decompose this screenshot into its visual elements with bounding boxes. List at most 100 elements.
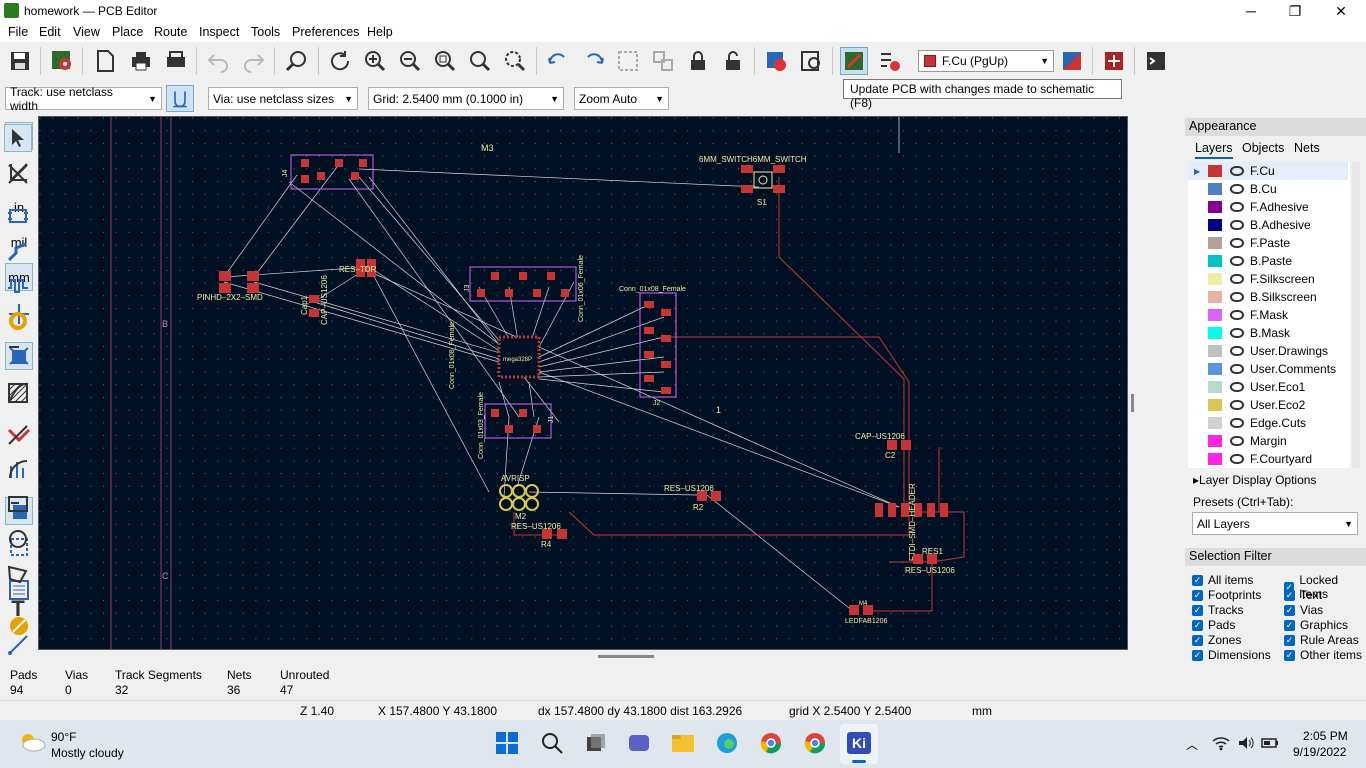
eye-icon[interactable] — [1230, 346, 1244, 356]
draw-line-icon[interactable] — [4, 421, 32, 449]
layer-row[interactable]: B.Silkscreen — [1188, 288, 1348, 306]
dimension-icon[interactable] — [4, 631, 32, 659]
eye-icon[interactable] — [1230, 454, 1244, 464]
track-width-select[interactable]: Track: use netclass width ▼ — [5, 85, 162, 113]
eye-icon[interactable] — [1230, 310, 1244, 320]
presets-select[interactable]: All Layers ▼ — [1192, 512, 1358, 535]
schematic-icon[interactable] — [1100, 47, 1128, 75]
start-icon[interactable] — [496, 732, 518, 754]
layer-row[interactable]: Margin — [1188, 432, 1348, 450]
clock-date[interactable]: 9/19/2022 — [1293, 745, 1346, 759]
filter-checkbox[interactable]: ✓ Pads — [1192, 618, 1235, 632]
menu-inspect[interactable]: Inspect — [199, 25, 239, 39]
board-setup-icon[interactable] — [48, 47, 76, 75]
draw-circle-icon[interactable] — [4, 525, 32, 553]
filter-checkbox[interactable]: ✓ Footprints — [1192, 588, 1261, 602]
speaker-icon[interactable] — [1237, 735, 1255, 751]
teams-chat-icon[interactable] — [628, 732, 650, 754]
add-zone-icon[interactable] — [4, 342, 32, 370]
layer-row[interactable]: B.Cu — [1188, 180, 1348, 198]
minimize-button[interactable]: ─ — [1228, 0, 1274, 22]
layer-pair-icon[interactable] — [1058, 47, 1086, 75]
layer-color-swatch[interactable] — [1208, 237, 1222, 249]
tab-layers[interactable]: Layers — [1195, 141, 1233, 159]
chrome-profile-icon[interactable] — [804, 732, 826, 754]
eye-icon[interactable] — [1230, 328, 1244, 338]
zoom-fit-icon[interactable] — [431, 47, 459, 75]
route-track-icon[interactable] — [4, 238, 32, 266]
battery-icon[interactable] — [1261, 736, 1279, 750]
kicad-taskbar-button[interactable]: Ki — [840, 724, 878, 764]
draw-rectangle-icon[interactable] — [4, 490, 32, 518]
refresh-icon[interactable] — [326, 47, 354, 75]
menu-route[interactable]: Route — [154, 25, 187, 39]
layer-color-swatch[interactable] — [1208, 453, 1222, 465]
eye-icon[interactable] — [1230, 184, 1244, 194]
zoom-selection-icon[interactable] — [501, 47, 529, 75]
eye-icon[interactable] — [1230, 274, 1244, 284]
layer-color-swatch[interactable] — [1208, 291, 1222, 303]
eye-icon[interactable] — [1230, 400, 1244, 410]
edge-icon[interactable] — [716, 732, 738, 754]
find-icon[interactable] — [283, 47, 311, 75]
chevron-up-icon[interactable]: ︿ — [1186, 736, 1198, 753]
layer-row[interactable]: User.Comments — [1188, 360, 1348, 378]
menu-file[interactable]: File — [8, 25, 28, 39]
select-tool-icon[interactable] — [4, 124, 32, 152]
layer-list-scrollbar[interactable] — [1352, 162, 1360, 468]
drc-icon[interactable] — [762, 47, 790, 75]
rotate-cw-icon[interactable] — [580, 47, 608, 75]
layer-row[interactable]: ▶ F.Cu — [1188, 162, 1348, 180]
canvas-vscroll-handle[interactable] — [1131, 394, 1134, 412]
layer-row[interactable]: B.Mask — [1188, 324, 1348, 342]
layer-color-swatch[interactable] — [1208, 201, 1222, 213]
layer-color-swatch[interactable] — [1208, 273, 1222, 285]
layer-row[interactable]: B.Paste — [1188, 252, 1348, 270]
filter-checkbox[interactable]: ✓ Dimensions — [1192, 648, 1271, 662]
layer-color-swatch[interactable] — [1208, 309, 1222, 321]
zoom-objects-icon[interactable] — [466, 47, 494, 75]
menu-view[interactable]: View — [73, 25, 100, 39]
weather-desc[interactable]: Mostly cloudy — [51, 746, 124, 760]
task-view-icon[interactable] — [585, 732, 607, 754]
add-text-icon[interactable]: T — [4, 595, 32, 623]
rule-area-icon[interactable] — [4, 379, 32, 407]
layer-color-swatch[interactable] — [1208, 183, 1222, 195]
filter-checkbox[interactable]: ✓ Tracks — [1192, 603, 1244, 617]
eye-icon[interactable] — [1230, 166, 1244, 176]
menu-preferences[interactable]: Preferences — [292, 25, 359, 39]
clock-time[interactable]: 2:05 PM — [1303, 729, 1348, 743]
filter-checkbox[interactable]: ✓ Zones — [1192, 633, 1241, 647]
layer-row[interactable]: F.Paste — [1188, 234, 1348, 252]
layer-color-swatch[interactable] — [1208, 165, 1222, 177]
draw-polygon-icon[interactable] — [4, 560, 32, 588]
canvas-hscroll-handle[interactable] — [598, 655, 654, 658]
search-icon[interactable] — [541, 732, 563, 754]
wifi-icon[interactable] — [1212, 735, 1230, 751]
menu-help[interactable]: Help — [367, 25, 393, 39]
eye-icon[interactable] — [1230, 364, 1244, 374]
eye-icon[interactable] — [1230, 382, 1244, 392]
layer-color-swatch[interactable] — [1208, 255, 1222, 267]
local-ratsnest-icon[interactable] — [4, 160, 32, 188]
layer-row[interactable]: F.Mask — [1188, 306, 1348, 324]
layer-row[interactable]: B.Adhesive — [1188, 216, 1348, 234]
layer-color-swatch[interactable] — [1208, 381, 1222, 393]
footprint-u1-chip[interactable]: mega328P — [497, 335, 541, 379]
eye-icon[interactable] — [1230, 202, 1244, 212]
pcb-canvas[interactable]: B C J4 M3 6MM_SWITCH6MM_SWITCH S1 RES–TD… — [38, 116, 1128, 650]
eye-icon[interactable] — [1230, 238, 1244, 248]
layer-color-swatch[interactable] — [1208, 399, 1222, 411]
print-icon[interactable] — [127, 47, 155, 75]
eye-icon[interactable] — [1230, 418, 1244, 428]
undo-icon[interactable] — [204, 47, 232, 75]
filter-checkbox[interactable]: ✓ Graphics — [1284, 618, 1348, 632]
active-layer-select[interactable]: F.Cu (PgUp) ▼ — [918, 50, 1054, 72]
group-icon[interactable] — [614, 47, 642, 75]
menu-place[interactable]: Place — [112, 25, 143, 39]
add-footprint-icon[interactable] — [4, 202, 32, 230]
ungroup-icon[interactable] — [649, 47, 677, 75]
filter-checkbox[interactable]: ✓ All items — [1192, 573, 1253, 587]
page-settings-icon[interactable] — [91, 47, 119, 75]
footprint-browser-icon[interactable] — [797, 47, 825, 75]
